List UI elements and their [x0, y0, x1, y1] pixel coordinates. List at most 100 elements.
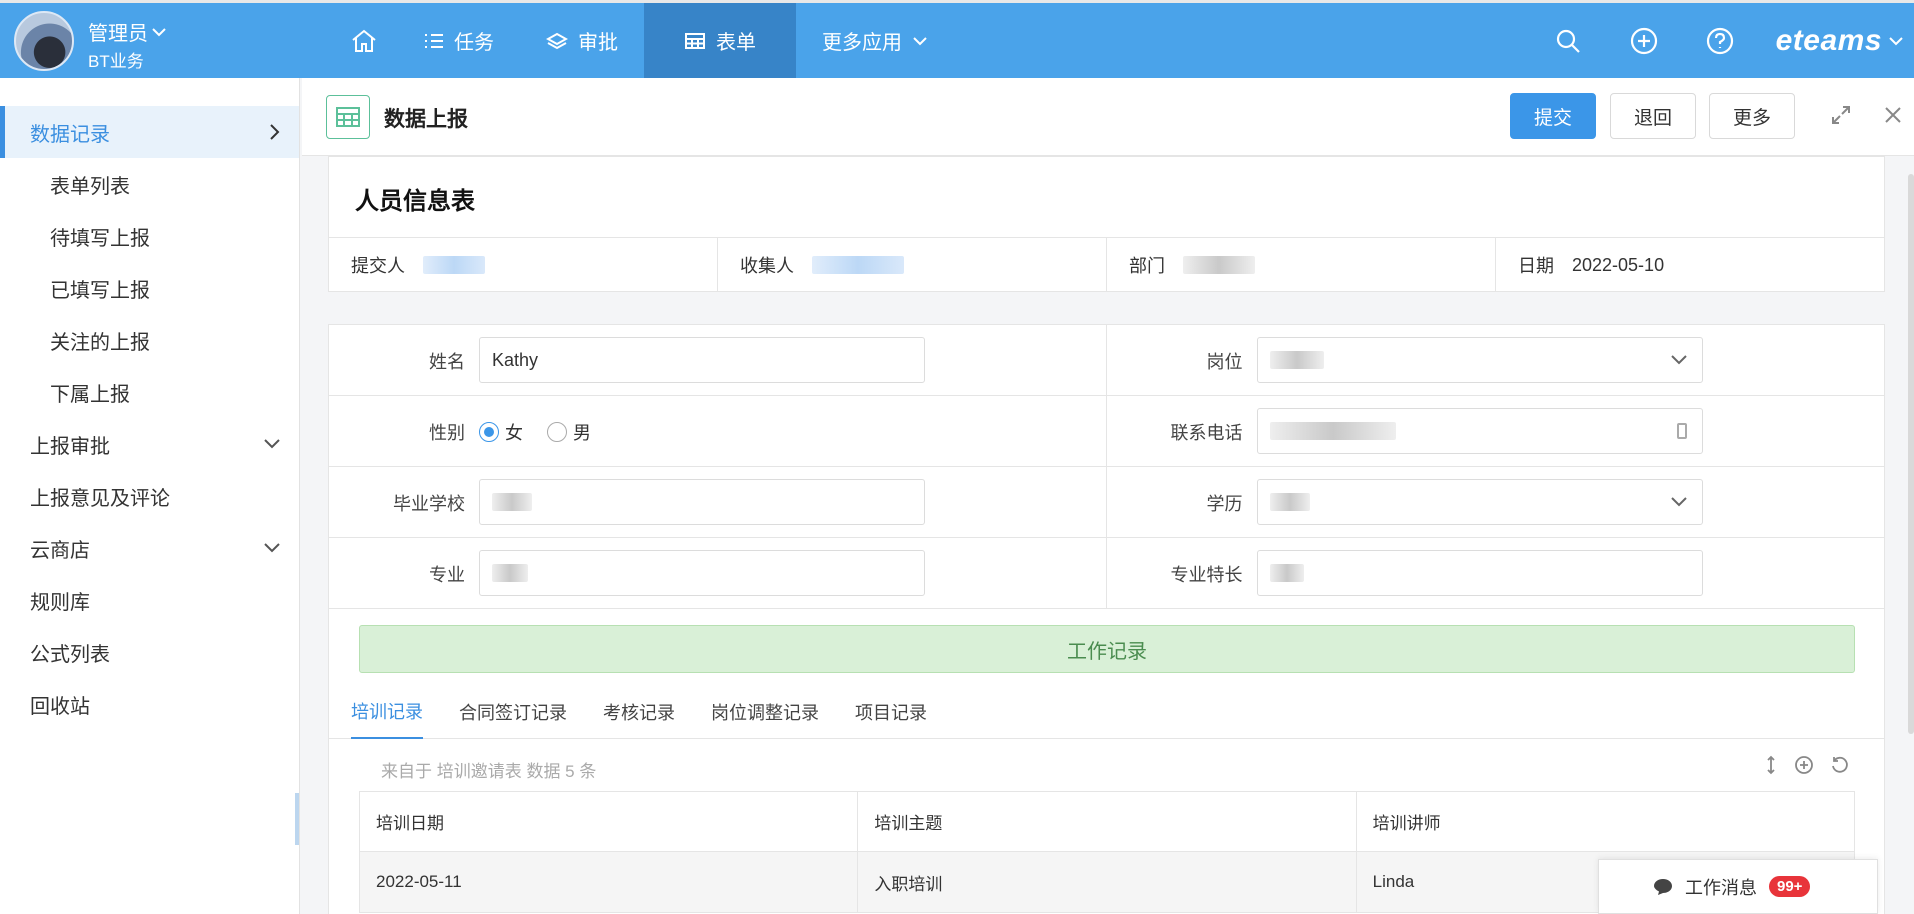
home-icon [352, 29, 376, 52]
sidebar-item-subordinate-reports[interactable]: 下属上报 [0, 366, 299, 418]
gender-radio-group: 女 男 [479, 396, 591, 467]
tab-position-adjust[interactable]: 岗位调整记录 [711, 685, 819, 739]
submit-button[interactable]: 提交 [1510, 93, 1596, 139]
nav-forms[interactable]: 表单 [644, 3, 796, 78]
form-content: 人员信息表 提交人 收集人 部门 日期 2022-05-10 姓名 Kathy … [302, 156, 1914, 914]
sidebar-item-rules[interactable]: 规则库 [0, 574, 299, 626]
tab-project[interactable]: 项目记录 [855, 685, 927, 739]
sidebar-item-report-approval[interactable]: 上报审批 [0, 418, 299, 470]
specialty-input[interactable] [1256, 550, 1703, 596]
form-body-card: 姓名 Kathy 岗位 性别 女 男 联系电话 毕业学校 学历 专业 专业特长 … [328, 324, 1885, 914]
chevron-down-icon [1889, 36, 1903, 45]
table-header-row: 培训日期 培训主题 培训讲师 [360, 792, 1854, 852]
submitter-cell: 提交人 [329, 238, 718, 292]
form-cell: 性别 女 男 [329, 396, 1107, 466]
education-value-redacted [1269, 493, 1310, 511]
refresh-button[interactable] [1830, 755, 1850, 780]
tab-assessment[interactable]: 考核记录 [603, 685, 675, 739]
nav-home[interactable] [330, 3, 398, 78]
message-badge: 99+ [1769, 876, 1811, 897]
major-value-redacted [492, 564, 528, 582]
form-cell: 专业特长 [1107, 538, 1885, 608]
chat-icon [1654, 878, 1672, 895]
chevron-right-icon [270, 124, 280, 140]
collector-value-redacted [812, 256, 904, 274]
add-row-button[interactable] [1794, 755, 1814, 780]
help-button[interactable] [1682, 27, 1758, 55]
return-button[interactable]: 退回 [1610, 93, 1696, 139]
form-row: 专业 专业特长 [329, 538, 1884, 609]
form-header-card: 人员信息表 提交人 收集人 部门 日期 2022-05-10 [328, 156, 1885, 292]
education-select[interactable] [1256, 479, 1703, 525]
sidebar-item-filled-reports[interactable]: 已填写上报 [0, 262, 299, 314]
table-cell: 入职培训 [858, 852, 1357, 912]
list-icon [425, 33, 443, 48]
brand-logo[interactable]: eteams [1758, 24, 1914, 58]
more-button[interactable]: 更多 [1709, 93, 1795, 139]
sidebar-item-data-records[interactable]: 数据记录 [0, 106, 299, 158]
position-select[interactable] [1256, 337, 1703, 383]
sort-button[interactable] [1764, 755, 1778, 780]
gender-label: 性别 [429, 422, 465, 443]
form-table-icon [326, 95, 370, 139]
radio-checked-icon [479, 421, 499, 442]
sidebar-item-recycle-bin[interactable]: 回收站 [0, 678, 299, 730]
phone-value-redacted [1269, 422, 1396, 440]
specialty-value-redacted [1269, 564, 1304, 582]
tab-contract[interactable]: 合同签订记录 [459, 685, 567, 739]
sidebar: 数据记录 表单列表 待填写上报 已填写上报 关注的上报 下属上报 上报审批 上报… [0, 78, 300, 914]
sidebar-item-cloud-store[interactable]: 云商店 [0, 522, 299, 574]
content-scrollbar[interactable] [1908, 174, 1914, 734]
sidebar-item-formula-list[interactable]: 公式列表 [0, 626, 299, 678]
avatar[interactable] [14, 11, 74, 71]
phone-label: 联系电话 [1170, 422, 1243, 443]
major-input[interactable] [479, 550, 925, 596]
chevron-down-icon [264, 439, 280, 449]
page-title: 数据上报 [384, 108, 468, 131]
sidebar-item-followed-reports[interactable]: 关注的上报 [0, 314, 299, 366]
tab-training[interactable]: 培训记录 [351, 685, 423, 739]
specialty-label: 专业特长 [1170, 564, 1243, 585]
top-bar: 管理员 BT业务 任务 审批 表单 更多应用 eteams [0, 0, 1914, 78]
sidebar-scrollbar[interactable] [295, 793, 299, 845]
user-menu[interactable]: 管理员 [88, 17, 166, 46]
school-input[interactable] [479, 479, 925, 525]
position-value-redacted [1269, 351, 1324, 369]
expand-button[interactable] [1830, 104, 1852, 131]
close-icon [1885, 107, 1901, 123]
sidebar-item-report-comments[interactable]: 上报意见及评论 [0, 470, 299, 522]
sidebar-item-pending-reports[interactable]: 待填写上报 [0, 210, 299, 262]
content-header: 数据上报 提交 退回 更多 [302, 78, 1914, 156]
gender-male-radio[interactable]: 男 [547, 419, 591, 445]
date-cell: 日期 2022-05-10 [1518, 254, 1665, 277]
name-input[interactable]: Kathy [479, 337, 925, 383]
col-training-trainer: 培训讲师 [1372, 814, 1441, 833]
department-value-redacted [1183, 256, 1255, 274]
close-button[interactable] [1882, 104, 1904, 131]
search-icon [1556, 29, 1580, 53]
col-training-topic: 培训主题 [858, 792, 1357, 851]
form-cell: 联系电话 [1107, 396, 1885, 466]
form-title: 人员信息表 [355, 188, 475, 215]
table-icon [685, 32, 705, 49]
nav-more-apps[interactable]: 更多应用 [796, 3, 954, 78]
nav-tasks[interactable]: 任务 [398, 3, 520, 78]
phone-input[interactable] [1256, 408, 1703, 454]
gender-female-radio[interactable]: 女 [479, 419, 523, 445]
work-message-widget[interactable]: 工作消息 99+ [1598, 859, 1878, 914]
help-icon [1706, 27, 1733, 54]
user-name: 管理员 [88, 23, 148, 45]
refresh-icon [1832, 756, 1848, 773]
form-row: 性别 女 男 联系电话 [329, 396, 1884, 467]
search-button[interactable] [1530, 28, 1606, 54]
nav-approval[interactable]: 审批 [520, 3, 644, 78]
form-row: 姓名 Kathy 岗位 [329, 325, 1884, 396]
main-nav: 任务 审批 表单 更多应用 [330, 3, 954, 78]
work-record-banner[interactable]: 工作记录 [359, 625, 1855, 673]
education-label: 学历 [1206, 493, 1243, 514]
form-cell: 毕业学校 [329, 467, 1107, 537]
form-cell: 学历 [1107, 467, 1885, 537]
layers-icon [546, 32, 568, 49]
add-button[interactable] [1606, 27, 1682, 55]
sidebar-item-form-list[interactable]: 表单列表 [0, 158, 299, 210]
